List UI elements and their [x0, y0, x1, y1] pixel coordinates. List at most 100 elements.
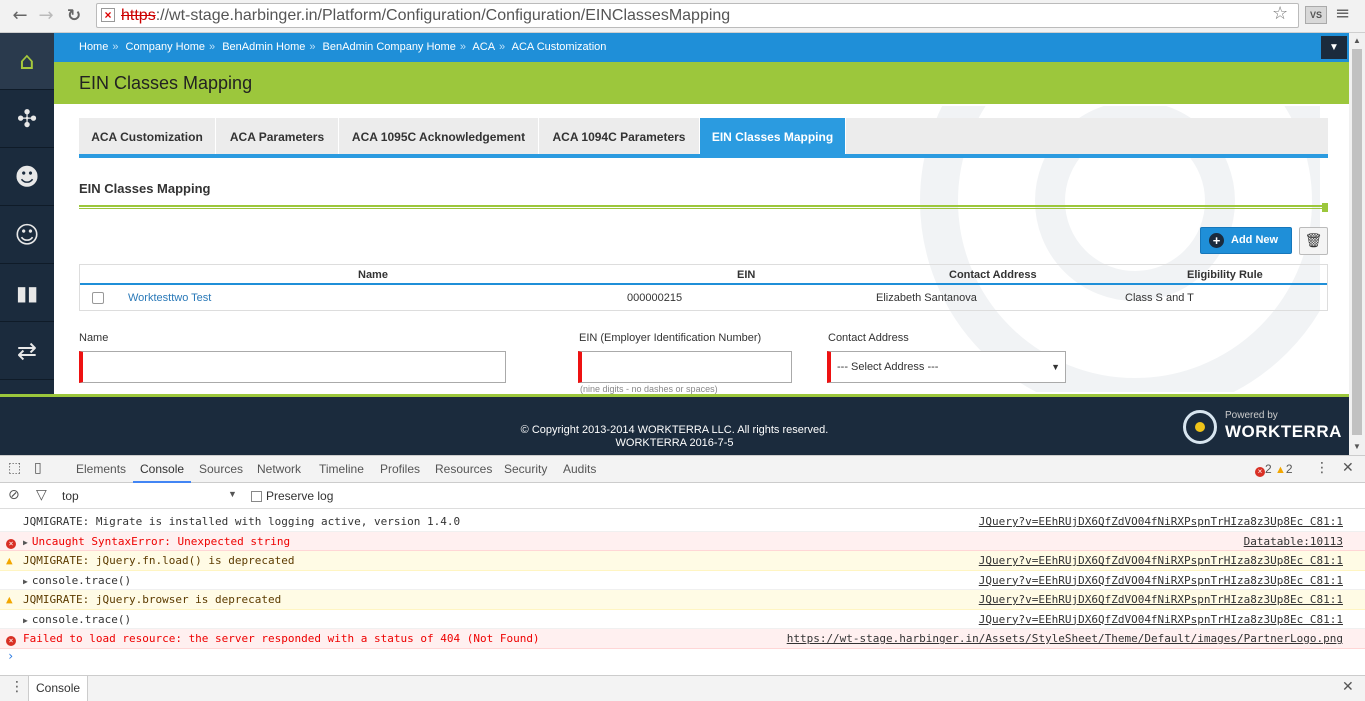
- expand-triangle-icon[interactable]: ▶: [23, 577, 28, 586]
- transfer-arrows-icon[interactable]: ⇄: [0, 323, 54, 380]
- dropdown-arrow-icon: ▼: [1051, 362, 1060, 372]
- console-prompt-icon[interactable]: ›: [7, 649, 14, 663]
- preserve-log-checkbox[interactable]: [251, 491, 262, 502]
- ein-input[interactable]: [578, 351, 792, 383]
- contact-address-selected: --- Select Address ---: [837, 361, 939, 373]
- reload-icon[interactable]: ↻: [62, 4, 86, 28]
- devtools-tab-network[interactable]: Network: [257, 456, 301, 483]
- close-drawer-icon[interactable]: ✕: [1342, 679, 1354, 695]
- devtools-tab-sources[interactable]: Sources: [199, 456, 243, 483]
- table-header: Name EIN Contact Address Eligibility Rul…: [80, 265, 1327, 285]
- message-source-link[interactable]: JQuery?v=EEhRUjDX6QfZdVO04fNiRXPspnTrHIz…: [979, 590, 1343, 609]
- issue-counts[interactable]: × 2 ▲2: [1255, 462, 1293, 477]
- chevron-down-icon[interactable]: ▼: [1321, 36, 1347, 59]
- extension-icon[interactable]: VS: [1305, 6, 1327, 24]
- context-dropdown-icon[interactable]: ▼: [228, 489, 237, 499]
- message-source-link[interactable]: JQuery?v=EEhRUjDX6QfZdVO04fNiRXPspnTrHIz…: [979, 512, 1343, 531]
- page-scrollbar[interactable]: ▲ ▼: [1349, 33, 1365, 455]
- device-mode-icon[interactable]: ▯: [34, 460, 42, 476]
- user-star-icon[interactable]: ☻: [0, 149, 54, 206]
- row-checkbox[interactable]: [92, 292, 104, 304]
- section-divider-end: [1322, 203, 1328, 212]
- sidebar: ⌂ ✣ ☻ ☺ ▮▮ ⇄: [0, 33, 54, 394]
- warning-icon: ▲: [6, 593, 13, 606]
- tab-aca-parameters[interactable]: ACA Parameters: [216, 118, 339, 154]
- error-icon: ×: [6, 532, 16, 551]
- add-new-button[interactable]: + Add New: [1200, 227, 1292, 254]
- console-warning[interactable]: ▲ JQMIGRATE: jQuery.browser is deprecate…: [0, 590, 1365, 610]
- scrollbar-thumb[interactable]: [1352, 49, 1362, 435]
- delete-button[interactable]: 🗑: [1299, 227, 1328, 255]
- context-selector[interactable]: top: [62, 489, 79, 503]
- expand-triangle-icon[interactable]: ▶: [23, 616, 28, 625]
- browser-menu-icon[interactable]: ≡: [1335, 3, 1350, 24]
- puzzle-icon[interactable]: ✣: [0, 91, 54, 148]
- drawer-menu-icon[interactable]: ⋮: [10, 679, 24, 695]
- tab-aca-1095c-acknowledgement[interactable]: ACA 1095C Acknowledgement: [339, 118, 539, 154]
- console-trace[interactable]: ▶ console.trace() JQuery?v=EEhRUjDX6QfZdVO…: [0, 610, 1365, 629]
- devtools-tab-bar: ⬚ ▯ Elements Console Sources Network Tim…: [0, 456, 1365, 483]
- breadcrumb-benadmin-company-home[interactable]: BenAdmin Company Home: [323, 41, 456, 53]
- console-trace[interactable]: ▶ console.trace() JQuery?v=EEhRUjDX6QfZdVO…: [0, 571, 1365, 590]
- back-arrow-icon[interactable]: ←: [8, 4, 32, 28]
- row-name-link[interactable]: Worktesttwo Test: [128, 285, 211, 311]
- breadcrumb-home[interactable]: Home: [79, 41, 108, 53]
- message-source-link[interactable]: JQuery?v=EEhRUjDX6QfZdVO04fNiRXPspnTrHIz…: [979, 610, 1343, 629]
- console-warning[interactable]: ▲ JQMIGRATE: jQuery.fn.load() is depreca…: [0, 551, 1365, 571]
- ein-hint: (nine digits - no dashes or spaces): [580, 384, 718, 394]
- column-header-contact-address[interactable]: Contact Address: [949, 265, 1037, 285]
- tab-aca-customization[interactable]: ACA Customization: [79, 118, 216, 154]
- scroll-up-icon[interactable]: ▲: [1349, 34, 1365, 48]
- workterra-logo-icon: [1183, 410, 1217, 444]
- inspect-element-icon[interactable]: ⬚: [8, 460, 21, 476]
- message-source-link[interactable]: JQuery?v=EEhRUjDX6QfZdVO04fNiRXPspnTrHIz…: [979, 571, 1343, 590]
- name-input[interactable]: [79, 351, 506, 383]
- user-icon[interactable]: ☺: [0, 207, 54, 264]
- devtools-tab-elements[interactable]: Elements: [76, 456, 126, 483]
- home-icon[interactable]: ⌂: [0, 33, 54, 90]
- tab-aca-1094c-parameters[interactable]: ACA 1094C Parameters: [539, 118, 700, 154]
- address-bar[interactable]: × https://wt-stage.harbinger.in/Platform…: [96, 3, 1299, 28]
- scroll-down-icon[interactable]: ▼: [1349, 440, 1365, 454]
- column-header-name[interactable]: Name: [358, 265, 388, 285]
- devtools-tab-profiles[interactable]: Profiles: [380, 456, 420, 483]
- devtools-tab-security[interactable]: Security: [504, 456, 547, 483]
- clear-console-icon[interactable]: ⊘: [8, 487, 20, 503]
- message-source-link[interactable]: JQuery?v=EEhRUjDX6QfZdVO04fNiRXPspnTrHIz…: [979, 551, 1343, 570]
- breadcrumb-company-home[interactable]: Company Home: [126, 41, 205, 53]
- devtools-menu-icon[interactable]: ⋮: [1315, 460, 1329, 476]
- insecure-lock-icon: ×: [101, 8, 115, 22]
- close-devtools-icon[interactable]: ✕: [1342, 460, 1354, 476]
- breadcrumb-benadmin-home[interactable]: BenAdmin Home: [222, 41, 305, 53]
- column-header-eligibility-rule[interactable]: Eligibility Rule: [1187, 265, 1263, 285]
- version-text: WORKTERRA 2016-7-5: [615, 437, 734, 449]
- url-protocol: https: [121, 7, 156, 24]
- devtools-tab-timeline[interactable]: Timeline: [319, 456, 364, 483]
- message-source-link[interactable]: https://wt-stage.harbinger.in/Assets/Sty…: [787, 629, 1343, 648]
- breadcrumb-aca[interactable]: ACA: [472, 41, 495, 53]
- console-error[interactable]: × ▶ Uncaught SyntaxError: Unexpected stri…: [0, 531, 1365, 551]
- console-toolbar: ⊘ ▽ top ▼ Preserve log: [0, 484, 1365, 509]
- devtools-tab-audits[interactable]: Audits: [563, 456, 596, 483]
- column-header-ein[interactable]: EIN: [737, 265, 755, 285]
- message-text: Uncaught SyntaxError: Unexpected string: [31, 534, 291, 548]
- warning-icon: ▲: [1275, 464, 1286, 476]
- breadcrumb-aca-customization[interactable]: ACA Customization: [512, 41, 607, 53]
- console-error[interactable]: × Failed to load resource: the server re…: [0, 629, 1365, 649]
- bookmark-star-icon[interactable]: ☆: [1272, 3, 1288, 24]
- expand-triangle-icon[interactable]: ▶: [23, 538, 28, 547]
- devtools-tab-resources[interactable]: Resources: [435, 456, 492, 483]
- bar-chart-icon[interactable]: ▮▮: [0, 265, 54, 322]
- tab-ein-classes-mapping[interactable]: EIN Classes Mapping: [700, 118, 846, 154]
- forward-arrow-icon[interactable]: →: [34, 4, 58, 28]
- message-source-link[interactable]: Datatable:10113: [1244, 532, 1343, 551]
- table-row[interactable]: Worktesttwo Test 000000215 Elizabeth San…: [80, 285, 1327, 310]
- warning-count: 2: [1285, 462, 1293, 476]
- console-message[interactable]: JQMIGRATE: Migrate is installed with log…: [0, 512, 1365, 532]
- ein-label: EIN (Employer Identification Number): [579, 332, 762, 344]
- drawer-tab-console[interactable]: Console: [28, 676, 89, 701]
- filter-icon[interactable]: ▽: [36, 487, 47, 503]
- devtools-tab-console[interactable]: Console: [133, 456, 192, 483]
- contact-address-select[interactable]: --- Select Address --- ▼: [827, 351, 1066, 383]
- powered-by-badge: Powered by WORKTERRA: [1183, 407, 1343, 447]
